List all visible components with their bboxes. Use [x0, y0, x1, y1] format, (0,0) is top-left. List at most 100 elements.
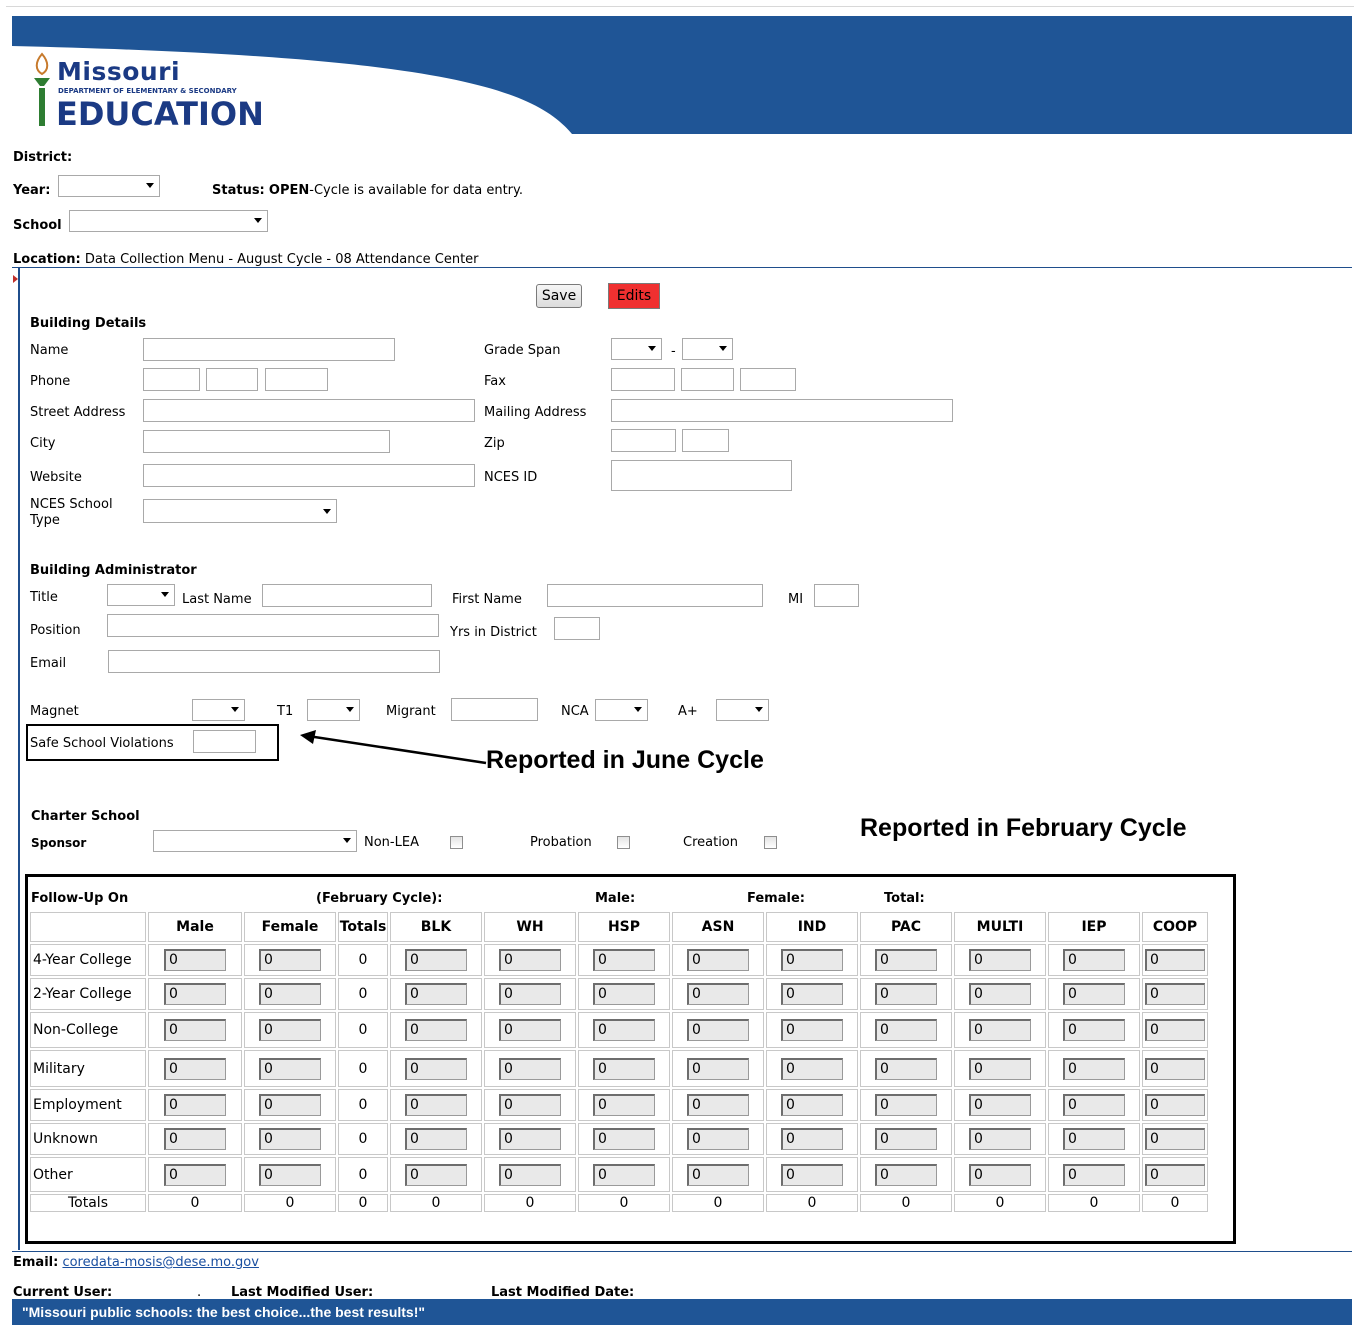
mi-input[interactable]: [814, 584, 859, 607]
nces-id-input[interactable]: [611, 460, 792, 491]
phone-area-input[interactable]: [143, 368, 200, 391]
count-input[interactable]: 0: [499, 949, 561, 971]
count-input[interactable]: 0: [593, 1019, 655, 1041]
count-input[interactable]: 0: [259, 983, 321, 1005]
fax-area-input[interactable]: [611, 368, 675, 391]
count-input[interactable]: 0: [164, 1094, 226, 1116]
count-input[interactable]: 0: [259, 1094, 321, 1116]
count-input[interactable]: 0: [593, 1094, 655, 1116]
count-input[interactable]: 0: [781, 1094, 843, 1116]
street-address-input[interactable]: [143, 399, 475, 422]
count-input[interactable]: 0: [593, 1128, 655, 1150]
website-input[interactable]: [143, 464, 475, 487]
safe-school-violations-input[interactable]: [193, 730, 256, 753]
count-input[interactable]: 0: [164, 1128, 226, 1150]
count-input[interactable]: 0: [781, 1057, 843, 1080]
count-input[interactable]: 0: [1145, 1057, 1205, 1080]
count-input[interactable]: 0: [405, 1094, 467, 1116]
count-input[interactable]: 0: [687, 949, 749, 971]
zip-input[interactable]: [611, 429, 676, 452]
count-input[interactable]: 0: [499, 1019, 561, 1041]
count-input[interactable]: 0: [1063, 949, 1125, 971]
count-input[interactable]: 0: [164, 949, 226, 971]
first-name-input[interactable]: [547, 584, 763, 607]
count-input[interactable]: 0: [1063, 1019, 1125, 1041]
count-input[interactable]: 0: [1063, 1163, 1125, 1186]
count-input[interactable]: 0: [593, 1163, 655, 1186]
zip-ext-input[interactable]: [682, 429, 729, 452]
count-input[interactable]: 0: [1145, 1163, 1205, 1186]
count-input[interactable]: 0: [875, 949, 937, 971]
phone-prefix-input[interactable]: [206, 368, 258, 391]
probation-checkbox[interactable]: [617, 836, 630, 849]
count-input[interactable]: 0: [1063, 1094, 1125, 1116]
count-input[interactable]: 0: [687, 1094, 749, 1116]
count-input[interactable]: 0: [259, 949, 321, 971]
footer-email-link[interactable]: coredata-mosis@dese.mo.gov: [62, 1255, 258, 1270]
count-input[interactable]: 0: [1063, 983, 1125, 1005]
grade-span-to-select[interactable]: [682, 338, 733, 360]
email-input[interactable]: [108, 650, 440, 673]
count-input[interactable]: 0: [499, 1163, 561, 1186]
creation-checkbox[interactable]: [764, 836, 777, 849]
count-input[interactable]: 0: [875, 1057, 937, 1080]
count-input[interactable]: 0: [164, 1019, 226, 1041]
mailing-address-input[interactable]: [611, 399, 953, 422]
count-input[interactable]: 0: [969, 949, 1031, 971]
nces-school-type-select[interactable]: [143, 499, 337, 523]
save-button[interactable]: Save: [536, 284, 582, 308]
count-input[interactable]: 0: [1145, 1094, 1205, 1116]
t1-select[interactable]: [307, 699, 360, 721]
name-input[interactable]: [143, 338, 395, 361]
count-input[interactable]: 0: [969, 1163, 1031, 1186]
count-input[interactable]: 0: [687, 1019, 749, 1041]
count-input[interactable]: 0: [969, 983, 1031, 1005]
count-input[interactable]: 0: [259, 1057, 321, 1080]
count-input[interactable]: 0: [164, 983, 226, 1005]
count-input[interactable]: 0: [499, 983, 561, 1005]
count-input[interactable]: 0: [405, 949, 467, 971]
count-input[interactable]: 0: [687, 1128, 749, 1150]
count-input[interactable]: 0: [875, 983, 937, 1005]
title-select[interactable]: [107, 584, 175, 606]
count-input[interactable]: 0: [969, 1128, 1031, 1150]
count-input[interactable]: 0: [875, 1094, 937, 1116]
fax-line-input[interactable]: [740, 368, 796, 391]
count-input[interactable]: 0: [259, 1163, 321, 1186]
count-input[interactable]: 0: [259, 1128, 321, 1150]
count-input[interactable]: 0: [969, 1094, 1031, 1116]
nca-select[interactable]: [595, 699, 648, 721]
magnet-select[interactable]: [192, 699, 245, 721]
count-input[interactable]: 0: [875, 1019, 937, 1041]
non-lea-checkbox[interactable]: [450, 836, 463, 849]
count-input[interactable]: 0: [781, 949, 843, 971]
aplus-select[interactable]: [716, 699, 769, 721]
phone-line-input[interactable]: [265, 368, 328, 391]
count-input[interactable]: 0: [164, 1057, 226, 1080]
count-input[interactable]: 0: [969, 1019, 1031, 1041]
count-input[interactable]: 0: [781, 1019, 843, 1041]
count-input[interactable]: 0: [405, 983, 467, 1005]
count-input[interactable]: 0: [1063, 1128, 1125, 1150]
count-input[interactable]: 0: [875, 1128, 937, 1150]
count-input[interactable]: 0: [405, 1057, 467, 1080]
count-input[interactable]: 0: [593, 983, 655, 1005]
count-input[interactable]: 0: [593, 949, 655, 971]
yrs-in-district-input[interactable]: [554, 617, 600, 640]
city-input[interactable]: [143, 430, 390, 453]
count-input[interactable]: 0: [687, 1057, 749, 1080]
count-input[interactable]: 0: [687, 983, 749, 1005]
count-input[interactable]: 0: [1145, 1019, 1205, 1041]
count-input[interactable]: 0: [164, 1163, 226, 1186]
count-input[interactable]: 0: [969, 1057, 1031, 1080]
school-select[interactable]: [69, 210, 268, 232]
count-input[interactable]: 0: [499, 1128, 561, 1150]
count-input[interactable]: 0: [875, 1163, 937, 1186]
count-input[interactable]: 0: [781, 1163, 843, 1186]
count-input[interactable]: 0: [499, 1057, 561, 1080]
count-input[interactable]: 0: [593, 1057, 655, 1080]
count-input[interactable]: 0: [687, 1163, 749, 1186]
last-name-input[interactable]: [262, 584, 432, 607]
count-input[interactable]: 0: [1145, 1128, 1205, 1150]
count-input[interactable]: 0: [405, 1163, 467, 1186]
